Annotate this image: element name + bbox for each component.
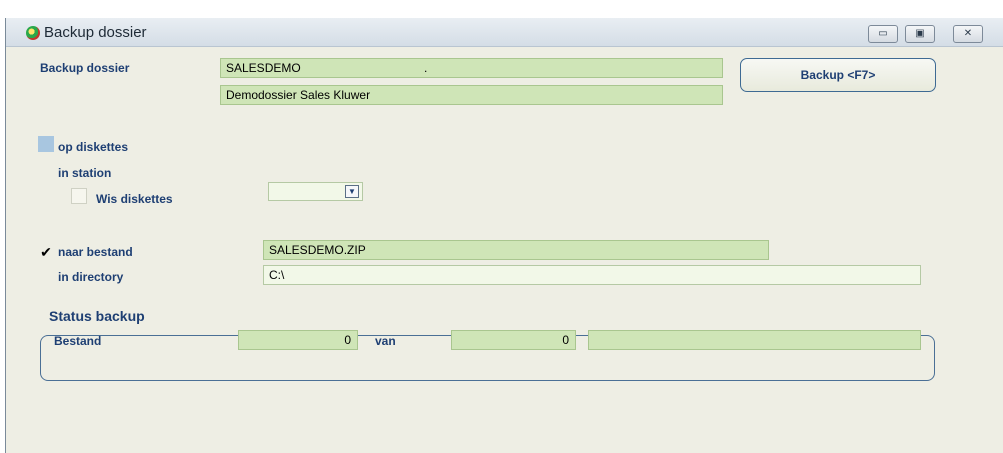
station-select[interactable]: ▼ bbox=[268, 182, 363, 201]
naar-bestand-checkbox[interactable]: ✔ bbox=[38, 245, 54, 261]
close-button[interactable]: ✕ bbox=[953, 25, 983, 43]
in-directory-label: in directory bbox=[58, 270, 124, 284]
status-bestand-label: Bestand bbox=[54, 334, 102, 348]
op-diskettes-checkbox[interactable] bbox=[38, 136, 54, 152]
title-bar[interactable]: Backup dossier ▭ ▣ ✕ bbox=[6, 18, 1003, 47]
backup-dossier-label: Backup dossier bbox=[40, 61, 130, 75]
dossier-description-field[interactable]: Demodossier Sales Kluwer bbox=[220, 85, 723, 105]
backup-button[interactable]: Backup <F7> bbox=[740, 58, 936, 92]
in-station-label: in station bbox=[58, 166, 112, 180]
minimize-button[interactable]: ▭ bbox=[868, 25, 898, 43]
chevron-down-icon[interactable]: ▼ bbox=[345, 185, 359, 198]
naar-bestand-label: naar bestand bbox=[58, 245, 133, 259]
app-icon bbox=[26, 26, 40, 40]
directory-field[interactable]: C:\ bbox=[263, 265, 921, 285]
dossier-code-field[interactable]: SALESDEMO . bbox=[220, 58, 723, 78]
window-title: Backup dossier bbox=[44, 24, 147, 41]
status-backup-title: Status backup bbox=[46, 308, 148, 324]
file-name-field[interactable]: SALESDEMO.ZIP bbox=[263, 240, 769, 260]
wis-diskettes-label: Wis diskettes bbox=[96, 192, 173, 206]
current-file-count: 0 bbox=[238, 330, 358, 350]
progress-field bbox=[588, 330, 921, 350]
wis-diskettes-checkbox[interactable] bbox=[71, 188, 87, 204]
total-file-count: 0 bbox=[451, 330, 576, 350]
van-label: van bbox=[375, 334, 396, 348]
op-diskettes-label: op diskettes bbox=[58, 140, 129, 154]
restore-button[interactable]: ▣ bbox=[905, 25, 935, 43]
backup-window: Backup dossier ▭ ▣ ✕ Backup dossier SALE… bbox=[5, 18, 1003, 453]
